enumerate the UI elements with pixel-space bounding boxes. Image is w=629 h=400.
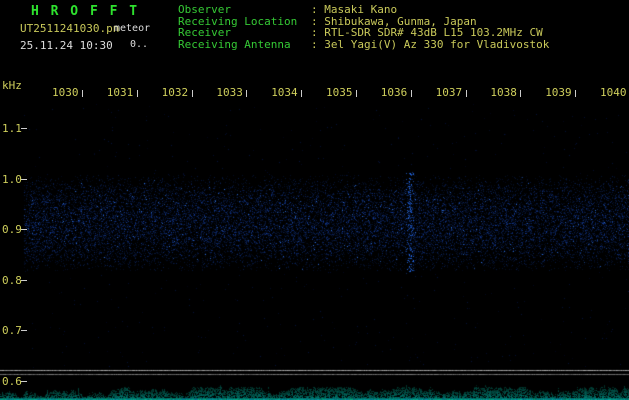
info-label: Receiver [178,26,231,39]
y-axis-tick [21,128,27,129]
x-axis-tick-label: 1036 [380,86,408,99]
info-value: : RTL-SDR SDR# 43dB L15 103.2MHz CW [311,26,543,39]
x-axis-tick [356,90,357,97]
x-axis-tick-label: 1037 [435,86,463,99]
info-label: Observer [178,3,231,16]
spectrogram-canvas [0,0,629,400]
info-value: : 3el Yagi(V) Az 330 for Vladivostok [311,37,550,51]
x-axis-tick-label: 1030 [52,86,79,99]
x-axis-tick [191,90,193,97]
x-axis-tick-label: 1033 [216,86,243,99]
capture-filename: UT2511241030.pn [20,22,120,35]
x-axis-tick [575,90,577,97]
x-axis-tick-label: 1038 [490,86,517,99]
x-axis-tick [410,90,412,97]
x-axis-tick-label: 1032 [161,86,189,99]
y-axis-tick-label: 0.9 [2,223,22,237]
info-label: Receiving Antenna [178,37,291,51]
x-axis-tick [136,90,138,97]
y-axis-tick [21,178,27,180]
y-axis-tick-label: 0.8 [2,273,22,287]
y-axis-tick-label: 1.0 [2,172,22,186]
x-axis-tick-label: 1035 [326,86,353,99]
y-axis-tick-label: 0.6 [2,375,22,388]
observation-tag: meteor [114,23,151,34]
y-axis-tick [21,330,27,332]
x-axis-tick [82,90,83,97]
minute-marker: 0.. [130,39,149,50]
info-row: Observer : Masaki Kano [178,4,549,16]
app-title: H R O F F T [31,4,140,19]
x-axis-tick [520,90,522,97]
x-axis-tick-label: 1040 [600,86,627,99]
start-datetime: 25.11.24 10:30 [20,39,113,52]
info-row: Receiving Antenna : 3el Yagi(V) Az 330 fo… [178,37,550,51]
receiver-info-table: Observer: Masaki Kano Receiving Location:… [178,4,549,50]
info-row: Receiver : RTL-SDR SDR# 43dB L15 103.2MHz… [178,27,549,39]
x-axis-tick-label: 1034 [271,86,298,99]
x-axis-tick [465,90,467,97]
y-axis-tick [21,279,27,281]
x-axis-tick-label: 1031 [106,86,134,99]
x-axis-tick-label: 1039 [545,86,572,99]
x-axis-tick [246,90,248,97]
y-axis-tick-label: 0.7 [2,324,22,338]
info-value: : Masaki Kano [311,3,398,16]
y-axis-unit-label: kHz [2,79,22,92]
hrofft-window: H R O F F T UT2511241030.pn meteor 25.11… [0,0,629,400]
y-axis-tick [21,381,27,382]
y-axis-tick-label: 1.1 [2,122,22,135]
x-axis-tick [301,90,303,97]
y-axis-tick [21,229,27,231]
